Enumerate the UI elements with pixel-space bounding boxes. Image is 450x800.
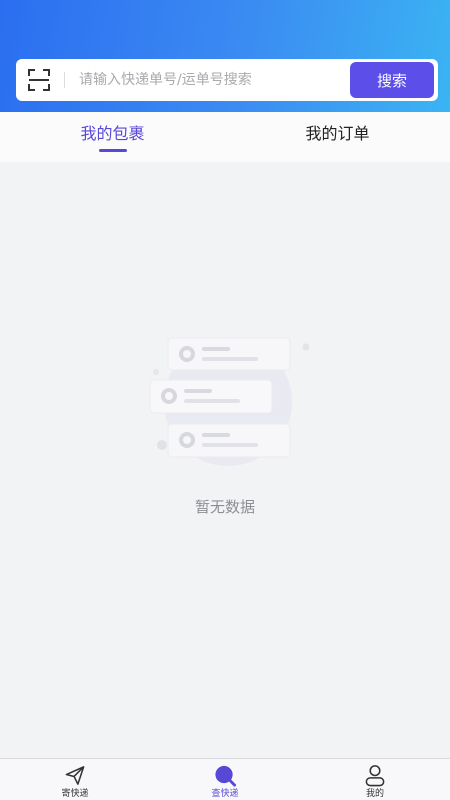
search-divider <box>64 72 65 88</box>
tabbar-label: 寄快递 <box>61 789 89 799</box>
tab-active-indicator <box>98 149 127 152</box>
package-list-area: 暂无数据 <box>0 162 450 758</box>
bottom-tab-bar: 寄快递 查快递 我的 <box>0 758 450 800</box>
tabbar-item-send[interactable]: 寄快递 <box>0 759 150 800</box>
search-button[interactable]: 搜索 <box>350 62 434 98</box>
empty-state-text: 暂无数据 <box>194 498 255 516</box>
search-bar: 搜索 <box>16 59 438 101</box>
tab-my-orders[interactable]: 我的订单 <box>225 112 450 162</box>
send-icon <box>65 766 85 785</box>
tab-my-packages[interactable]: 我的包裹 <box>0 112 225 162</box>
tabbar-item-mine[interactable]: 我的 <box>300 759 450 800</box>
empty-list-illustration <box>149 337 310 466</box>
tabbar-label: 我的 <box>365 789 384 799</box>
tab-label: 我的包裹 <box>80 124 145 143</box>
tab-bar-top: 我的包裹 我的订单 <box>0 112 450 162</box>
header-banner: 搜索 <box>0 0 450 112</box>
search-icon <box>215 765 237 787</box>
scan-icon[interactable] <box>28 69 50 91</box>
user-icon <box>365 765 385 787</box>
tabbar-item-track[interactable]: 查快递 <box>150 759 300 800</box>
tab-label: 我的订单 <box>305 124 370 143</box>
search-input[interactable] <box>79 65 350 95</box>
tabbar-label: 查快递 <box>211 789 239 799</box>
